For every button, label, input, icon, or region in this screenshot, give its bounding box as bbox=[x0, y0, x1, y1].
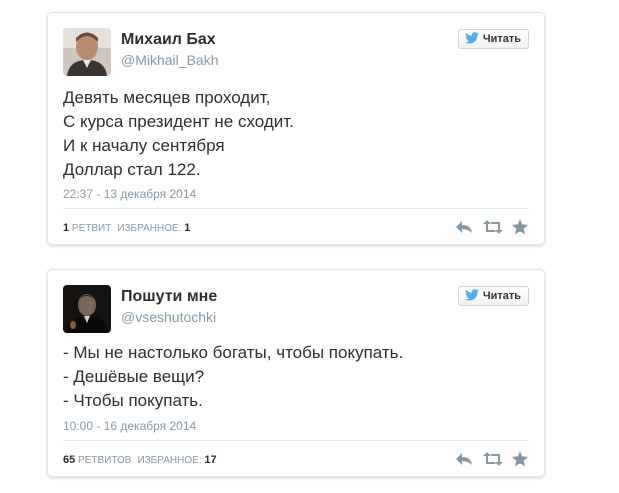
tweet-line: Девять месяцев проходит, bbox=[63, 88, 271, 107]
retweet-count: 1 bbox=[63, 222, 70, 234]
follow-label: Читать bbox=[482, 290, 521, 302]
timestamp-link[interactable]: 10:00 - 16 декабря 2014 bbox=[63, 419, 196, 433]
star-icon[interactable] bbox=[511, 450, 529, 468]
follow-button[interactable]: Читать bbox=[457, 286, 529, 306]
favorites-label: ИЗБРАННОЕ: bbox=[117, 223, 182, 234]
avatar[interactable] bbox=[63, 28, 111, 76]
avatar[interactable] bbox=[63, 285, 111, 333]
divider bbox=[63, 440, 529, 441]
favorites-count: 17 bbox=[204, 454, 217, 466]
reply-icon[interactable] bbox=[455, 450, 473, 468]
retweet-icon[interactable] bbox=[483, 450, 503, 468]
retweet-count: 65 bbox=[63, 454, 76, 466]
author-name[interactable]: Михаил Бах bbox=[121, 31, 216, 49]
author-handle[interactable]: @vseshutochki bbox=[121, 309, 216, 325]
tweet-card: Пошути мне @vseshutochki Читать - Мы не … bbox=[47, 269, 545, 477]
follow-button[interactable]: Читать bbox=[457, 29, 529, 49]
tweet-line: - Чтобы покупать. bbox=[63, 391, 203, 410]
favorites-label: ИЗБРАННОЕ: bbox=[137, 455, 202, 466]
retweet-stat[interactable]: 1 РЕТВИТ bbox=[63, 222, 111, 234]
tweet-stats: 65 РЕТВИТОВ ИЗБРАННОЕ: 17 bbox=[63, 454, 217, 466]
follow-label: Читать bbox=[482, 33, 521, 45]
author-name[interactable]: Пошути мне bbox=[121, 288, 217, 306]
favorites-count: 1 bbox=[184, 222, 191, 234]
divider bbox=[63, 208, 529, 209]
tweet-line: - Мы не настолько богаты, чтобы покупать… bbox=[63, 343, 404, 362]
favorites-stat[interactable]: ИЗБРАННОЕ: 17 bbox=[137, 454, 216, 466]
tweet-actions bbox=[455, 450, 529, 468]
retweet-stat[interactable]: 65 РЕТВИТОВ bbox=[63, 454, 131, 466]
twitter-bird-icon bbox=[464, 31, 479, 47]
tweet-line: - Дешёвые вещи? bbox=[63, 367, 205, 386]
favorites-stat[interactable]: ИЗБРАННОЕ: 1 bbox=[117, 222, 190, 234]
retweet-icon[interactable] bbox=[483, 218, 503, 236]
tweet-line: С курса президент не сходит. bbox=[63, 112, 294, 131]
tweet-line: Доллар стал 122. bbox=[63, 160, 201, 179]
tweet-actions bbox=[455, 218, 529, 236]
tweet-card: Михаил Бах @Mikhail_Bakh Читать Девять м… bbox=[47, 12, 545, 245]
tweet-stats: 1 РЕТВИТ ИЗБРАННОЕ: 1 bbox=[63, 222, 190, 234]
star-icon[interactable] bbox=[511, 218, 529, 236]
timestamp-link[interactable]: 22:37 - 13 декабря 2014 bbox=[63, 187, 196, 201]
reply-icon[interactable] bbox=[455, 218, 473, 236]
tweet-text: Девять месяцев проходит, С курса президе… bbox=[63, 86, 529, 182]
tweet-line: И к началу сентября bbox=[63, 136, 225, 155]
twitter-bird-icon bbox=[464, 288, 479, 304]
retweet-label: РЕТВИТ bbox=[71, 223, 112, 234]
tweet-text: - Мы не настолько богаты, чтобы покупать… bbox=[63, 341, 529, 413]
retweet-label: РЕТВИТОВ bbox=[78, 455, 132, 466]
author-handle[interactable]: @Mikhail_Bakh bbox=[121, 52, 218, 68]
